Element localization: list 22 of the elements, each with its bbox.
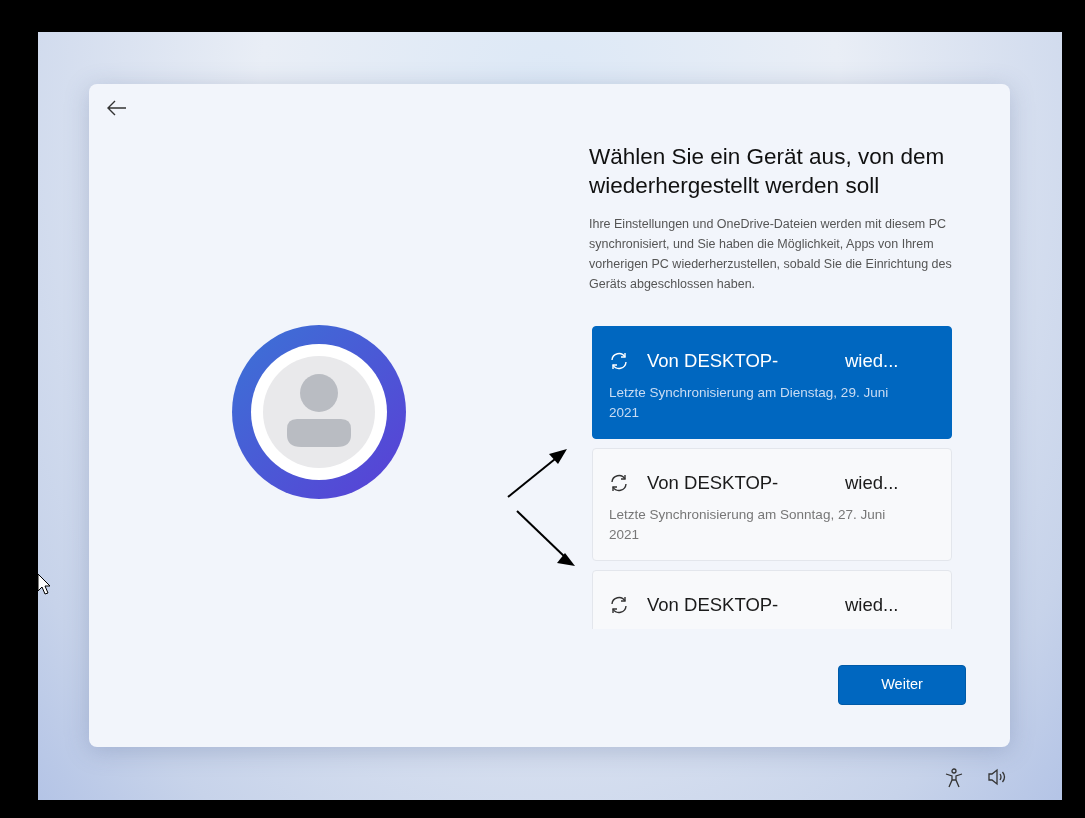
volume-icon[interactable] bbox=[987, 768, 1007, 786]
last-sync-text: Letzte Synchronisierung am Sonntag, 27. Juni 2021 bbox=[609, 505, 887, 544]
mouse-pointer-icon bbox=[37, 573, 51, 595]
device-name-end: wied... bbox=[845, 471, 899, 495]
page-title: Wählen Sie ein Gerät aus, von dem wiederhergestellt werden soll bbox=[589, 143, 946, 200]
accessibility-icon[interactable] bbox=[945, 768, 963, 788]
sync-icon bbox=[609, 472, 629, 493]
device-option[interactable]: Von DESKTOP- wied... bbox=[592, 570, 952, 629]
device-name: Von DESKTOP- bbox=[647, 349, 780, 373]
user-avatar-icon bbox=[231, 324, 406, 499]
sync-icon bbox=[609, 594, 629, 615]
back-arrow-icon bbox=[107, 100, 127, 116]
last-sync-text: Letzte Synchronisierung am Dienstag, 29. Juni 2021 bbox=[609, 383, 890, 422]
device-option[interactable]: Von DESKTOP- wied... Letzte Synchronisierung am Dienstag, 29. Juni 2021 bbox=[592, 326, 952, 439]
device-name-end: wied... bbox=[845, 593, 899, 617]
device-name: Von DESKTOP- bbox=[647, 471, 780, 495]
device-option[interactable]: Von DESKTOP- wied... Letzte Synchronisierung am Sonntag, 27. Juni 2021 bbox=[592, 448, 952, 561]
sync-icon bbox=[609, 350, 629, 371]
device-name: Von DESKTOP- bbox=[647, 593, 780, 617]
next-button[interactable]: Weiter bbox=[838, 665, 966, 705]
device-name-end: wied... bbox=[845, 349, 899, 373]
description-text: Ihre Einstellungen und OneDrive-Dateien werden mit diesem PC synchronisiert, und Sie haben die Möglichkeit, Apps von Ihrem vorherigen PC wiederherzustellen, sobald Sie die Einrichtung des Geräts abgeschlossen haben. bbox=[589, 216, 953, 293]
